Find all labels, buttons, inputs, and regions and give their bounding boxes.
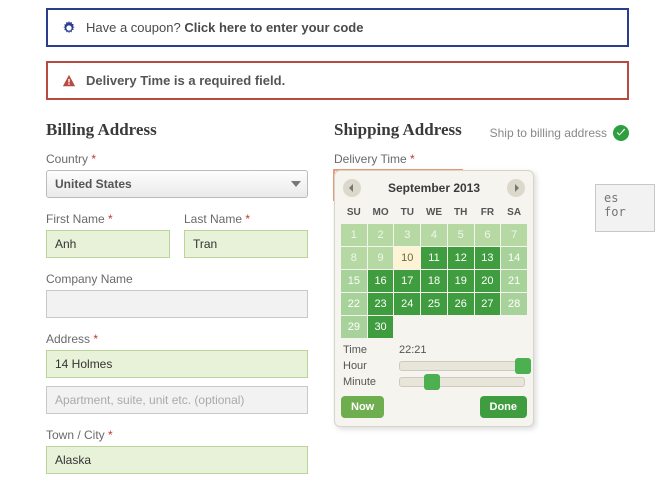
hour-slider[interactable] [399, 361, 525, 371]
dow-TU: TU [394, 203, 420, 222]
company-input[interactable] [46, 290, 308, 318]
shipping-column: Shipping Address Ship to billing address… [334, 114, 629, 474]
error-text: Delivery Time is a required field. [86, 73, 285, 88]
address-label: Address * [46, 332, 308, 346]
error-notice: Delivery Time is a required field. [46, 61, 629, 100]
day-7: 7 [501, 224, 527, 246]
day-12[interactable]: 12 [448, 247, 474, 269]
day-15[interactable]: 15 [341, 270, 367, 292]
day-18[interactable]: 18 [421, 270, 447, 292]
datepicker-prev[interactable] [343, 179, 361, 197]
day-1: 1 [341, 224, 367, 246]
datepicker-title: September 2013 [388, 181, 480, 195]
hour-thumb[interactable] [515, 358, 531, 374]
dow-WE: WE [421, 203, 447, 222]
address1-input[interactable] [46, 350, 308, 378]
day-30[interactable]: 30 [368, 316, 394, 338]
day-25[interactable]: 25 [421, 293, 447, 315]
hour-label: Hour [343, 360, 389, 372]
chevron-down-icon [291, 181, 301, 187]
day-17[interactable]: 17 [394, 270, 420, 292]
day-23[interactable]: 23 [368, 293, 394, 315]
datepicker: September 2013 SUMOTUWETHFRSA 1234567891… [334, 170, 534, 427]
minute-slider[interactable] [399, 377, 525, 387]
day-27[interactable]: 27 [475, 293, 501, 315]
last-name-input[interactable] [184, 230, 308, 258]
day-29[interactable]: 29 [341, 316, 367, 338]
billing-heading: Billing Address [46, 120, 308, 140]
day-9: 9 [368, 247, 394, 269]
day-22[interactable]: 22 [341, 293, 367, 315]
day-10[interactable]: 10 [394, 247, 420, 269]
day-2: 2 [368, 224, 394, 246]
day-21[interactable]: 21 [501, 270, 527, 292]
dow-TH: TH [448, 203, 474, 222]
ship-to-billing-toggle[interactable]: Ship to billing address [490, 125, 629, 141]
day-20[interactable]: 20 [475, 270, 501, 292]
day-14[interactable]: 14 [501, 247, 527, 269]
warning-icon [62, 74, 76, 88]
gear-icon [62, 21, 76, 35]
day-3: 3 [394, 224, 420, 246]
country-label: Country * [46, 152, 308, 166]
billing-column: Billing Address Country * United States … [46, 114, 308, 474]
datepicker-next[interactable] [507, 179, 525, 197]
day-26[interactable]: 26 [448, 293, 474, 315]
shipping-heading: Shipping Address [334, 120, 462, 140]
first-name-input[interactable] [46, 230, 170, 258]
town-input[interactable] [46, 446, 308, 474]
address2-input[interactable] [46, 386, 308, 414]
coupon-text: Have a coupon? Click here to enter your … [86, 20, 363, 35]
delivery-label: Delivery Time * [334, 152, 629, 166]
dow-SA: SA [501, 203, 527, 222]
company-label: Company Name [46, 272, 308, 286]
minute-label: Minute [343, 376, 389, 388]
country-select[interactable]: United States [46, 170, 308, 198]
day-28[interactable]: 28 [501, 293, 527, 315]
time-value: 22:21 [399, 344, 427, 356]
day-11[interactable]: 11 [421, 247, 447, 269]
day-4: 4 [421, 224, 447, 246]
time-label: Time [343, 344, 389, 356]
order-notes-textarea[interactable] [595, 184, 655, 232]
day-16[interactable]: 16 [368, 270, 394, 292]
minute-thumb[interactable] [424, 374, 440, 390]
coupon-notice[interactable]: Have a coupon? Click here to enter your … [46, 8, 629, 47]
dow-FR: FR [475, 203, 501, 222]
day-6: 6 [475, 224, 501, 246]
check-icon [613, 125, 629, 141]
day-5: 5 [448, 224, 474, 246]
day-19[interactable]: 19 [448, 270, 474, 292]
dow-MO: MO [368, 203, 394, 222]
last-name-label: Last Name * [184, 212, 308, 226]
now-button[interactable]: Now [341, 396, 384, 418]
day-24[interactable]: 24 [394, 293, 420, 315]
done-button[interactable]: Done [480, 396, 528, 418]
day-13[interactable]: 13 [475, 247, 501, 269]
town-label: Town / City * [46, 428, 308, 442]
day-8: 8 [341, 247, 367, 269]
dow-SU: SU [341, 203, 367, 222]
first-name-label: First Name * [46, 212, 170, 226]
